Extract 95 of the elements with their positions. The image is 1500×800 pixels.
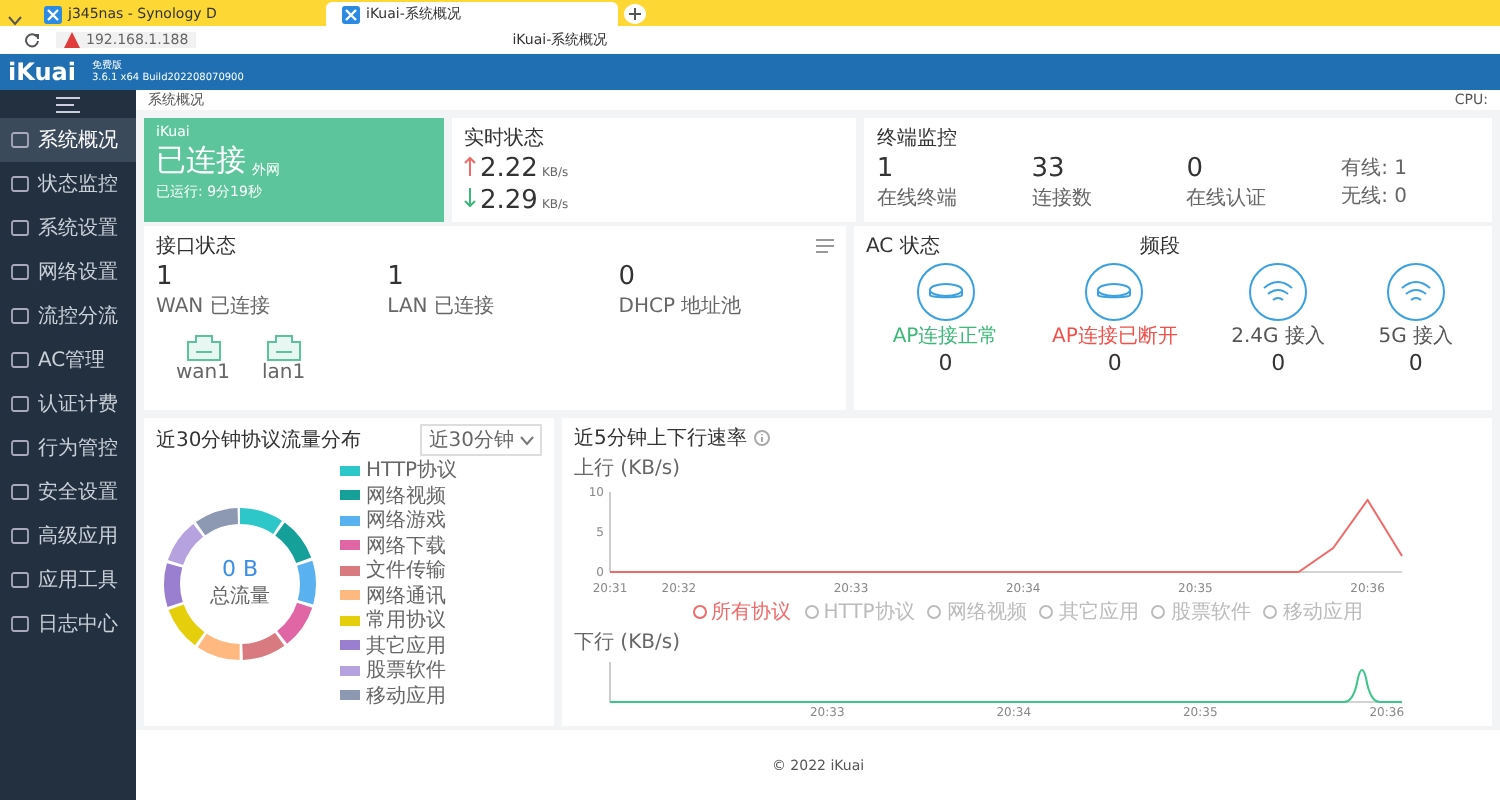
up-arrow-icon [464,156,476,176]
sidebar-item[interactable]: 状态监控 [0,162,136,206]
sidebar-item[interactable]: 安全设置 [0,470,136,514]
download-speed: 2.29 [480,186,538,216]
menu-item-icon [10,394,30,414]
access-point-icon [915,262,976,322]
ap-count: 0 [938,350,953,376]
sidebar-item[interactable]: AC管理 [0,338,136,382]
legend-label: HTTP协议 [366,457,458,485]
stat-label: 在线认证 [1186,185,1269,212]
legend-label: 常用协议 [366,607,446,635]
menu-icon[interactable] [56,95,80,113]
card-title: 频段 [1139,233,1180,260]
stat-label: DHCP 地址池 [618,293,744,320]
wired-count: 有线: 1 [1341,155,1410,182]
axis-label: 上行 (KB/s) [574,455,682,482]
ap-status-label: AP连接已断开 [1051,323,1178,350]
range-dropdown[interactable]: 近30分钟 [420,424,542,456]
menu-item-icon [10,218,30,238]
legend-circle-icon [691,604,708,620]
card-title: AC 状态 [865,233,940,260]
menu-item-icon [10,350,30,370]
port-label: wan1 [176,362,231,384]
sidebar-item[interactable]: 系统概况 [0,118,136,162]
ap-status-label: 5G 接入 [1378,323,1454,350]
card-title: 终端监控 [876,125,959,152]
reload-icon[interactable] [24,32,40,48]
warning-icon [64,32,80,48]
ap-status-label: 2.4G 接入 [1231,323,1325,350]
legend-label: 移动应用 [366,683,446,710]
logo: iKuai [8,58,76,86]
wifi-icon [1385,262,1446,322]
menu-item-icon [10,262,30,282]
wireless-count: 无线: 0 [1341,183,1410,210]
card-title: 近5分钟上下行速率 [574,425,747,452]
legend-label: 其它应用 [366,633,446,660]
legend-label: 网络通讯 [366,583,446,609]
sidebar-item[interactable]: 日志中心 [0,602,136,646]
upload-speed: 2.22 [480,154,538,184]
menu-item-icon [10,570,30,590]
caret-icon [520,435,534,445]
stat-value: 1 [156,262,175,292]
ethernet-port-icon [185,334,221,362]
stat-value: 33 [1031,154,1067,184]
legend-circle-icon [1150,604,1167,620]
sidebar-item[interactable]: 行为管控 [0,426,136,470]
card-title: 近30分钟协议流量分布 [156,427,362,454]
stat-value: 0 [618,262,638,292]
connection-status: 已连接 [156,142,246,180]
total-label: 总流量 [210,583,270,610]
menu-item-icon [10,174,30,194]
sidebar-item[interactable]: 应用工具 [0,558,136,602]
menu-item-icon [10,526,30,546]
legend-label: 文件传输 [366,557,446,585]
menu-item-icon [10,130,30,150]
ap-status-label: AP连接正常 [892,323,999,350]
legend-circle-icon [1038,604,1055,620]
access-point-icon [1084,262,1145,322]
card-title: 接口状态 [156,233,236,260]
ethernet-port-icon [265,334,302,362]
stat-label: 连接数 [1031,185,1094,212]
stat-value: 1 [387,262,406,292]
stat-label: WAN 已连接 [156,293,272,320]
legend-label: 股票软件 [366,658,446,685]
stat-value: 0 [1186,154,1205,184]
sidebar-item[interactable]: 网络设置 [0,250,136,294]
ap-count: 0 [1107,350,1122,376]
sidebar-item[interactable]: 流控分流 [0,294,136,338]
stat-value: 1 [876,154,895,184]
legend-circle-icon [926,604,943,620]
menu-item-icon [10,438,30,458]
ap-count: 0 [1408,350,1423,376]
stat-label: LAN 已连接 [387,293,496,320]
stat-label: 在线终端 [876,185,959,212]
menu-item-icon [10,614,30,634]
caret-icon[interactable] [8,16,22,26]
sidebar-item[interactable]: 认证计费 [0,382,136,426]
legend-circle-icon [803,604,820,620]
menu-item-icon [10,306,30,326]
card-title: 实时状态 [464,125,546,152]
menu-item-icon [10,482,30,502]
down-arrow-icon [464,188,476,208]
total-traffic: 0 B [221,556,259,582]
legend-label: 网络游戏 [366,507,446,535]
list-icon[interactable] [815,238,834,254]
legend-label: 网络下载 [366,533,446,559]
sidebar-item[interactable]: 高级应用 [0,514,136,558]
axis-label: 下行 (KB/s) [574,630,682,656]
legend-circle-icon [1262,604,1279,620]
legend-label: 网络视频 [366,483,446,509]
sidebar-item[interactable]: 系统设置 [0,206,136,250]
ap-count: 0 [1271,350,1286,376]
wifi-icon [1248,262,1309,322]
new-tab-icon[interactable] [624,4,646,24]
port-label: lan1 [262,362,306,384]
